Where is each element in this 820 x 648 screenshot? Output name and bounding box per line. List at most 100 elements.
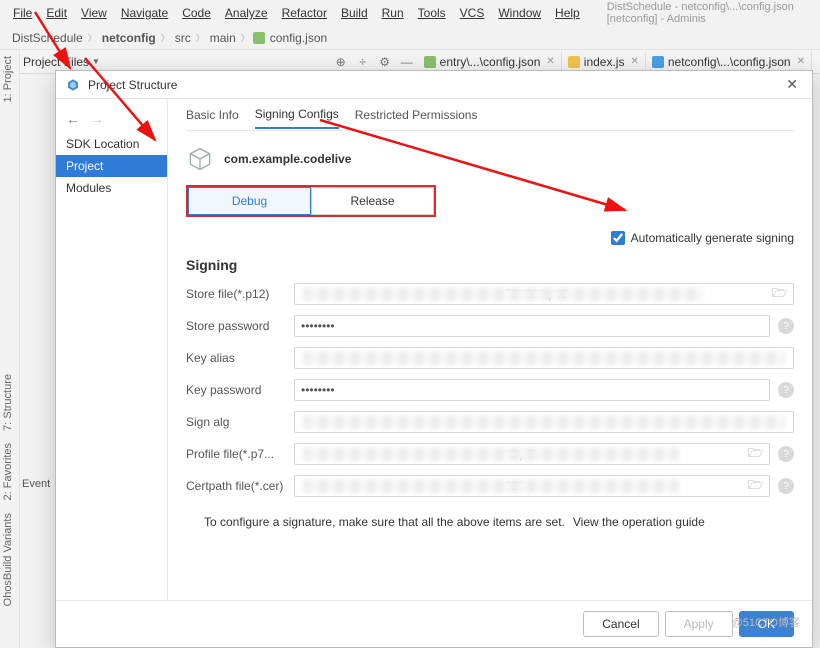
build-tab-debug[interactable]: Debug	[188, 187, 311, 215]
chevron-right-icon: 〉	[161, 31, 170, 44]
menu-build[interactable]: Build	[334, 4, 375, 22]
package-icon	[186, 145, 214, 173]
tab-signing-configs[interactable]: Signing Configs	[255, 101, 339, 129]
breadcrumb: DistSchedule〉 netconfig〉 src〉 main〉 conf…	[0, 26, 820, 50]
menu-view[interactable]: View	[74, 4, 114, 22]
profile-file-field[interactable]: 3.p7b🗁	[294, 443, 770, 465]
menu-help[interactable]: Help	[548, 4, 587, 22]
certpath-file-field[interactable]: 323.cer🗁	[294, 475, 770, 497]
store-password-label: Store password	[186, 319, 286, 333]
help-icon[interactable]: ?	[778, 382, 794, 398]
store-password-field[interactable]: ••••••••	[294, 315, 770, 337]
window-title: DistSchedule - netconfig\...\config.json…	[607, 1, 814, 25]
browse-folder-icon[interactable]: 🗁	[748, 444, 763, 465]
tab-basic-info[interactable]: Basic Info	[186, 102, 239, 128]
dialog-title: Project Structure	[88, 78, 177, 92]
menu-tools[interactable]: Tools	[411, 4, 453, 22]
key-password-field[interactable]: ••••••••	[294, 379, 770, 401]
file-tab-label: index.js	[584, 55, 625, 69]
json-file-icon	[253, 32, 265, 44]
menu-navigate[interactable]: Navigate	[114, 4, 175, 22]
auto-generate-signing-checkbox[interactable]	[611, 231, 625, 245]
menu-code[interactable]: Code	[175, 4, 218, 22]
breadcrumb-item[interactable]: src	[173, 31, 193, 45]
app-package-name: com.example.codelive	[224, 152, 351, 166]
key-password-label: Key password	[186, 383, 286, 397]
dialog-sidebar: ← → SDK Location Project Modules	[56, 99, 168, 600]
minimize-icon[interactable]: —	[398, 53, 416, 71]
breadcrumb-item[interactable]: main	[208, 31, 238, 45]
profile-file-label: Profile file(*.p7...	[186, 447, 286, 461]
sidebar-toggle-variants[interactable]: OhosBuild Variants	[0, 507, 16, 612]
nav-back-button[interactable]: ←	[66, 111, 80, 127]
auto-generate-signing-label: Automatically generate signing	[631, 231, 794, 245]
breadcrumb-item[interactable]: netconfig	[100, 31, 158, 45]
signing-section-title: Signing	[186, 257, 794, 273]
menu-run[interactable]: Run	[375, 4, 411, 22]
menu-window[interactable]: Window	[491, 4, 548, 22]
build-type-tabs: Debug Release	[186, 185, 436, 217]
json-file-icon	[424, 56, 436, 68]
store-file-label: Store file(*.p12)	[186, 287, 286, 301]
nav-forward-button[interactable]: →	[90, 111, 104, 127]
nav-sdk-location[interactable]: SDK Location	[56, 133, 167, 155]
breadcrumb-item[interactable]: DistSchedule	[10, 31, 85, 45]
browse-folder-icon[interactable]: 🗁	[772, 284, 787, 305]
project-dropdown-label: Project Files	[23, 55, 89, 69]
sidebar-toggle-structure[interactable]: 7: Structure	[0, 368, 16, 437]
store-file-field[interactable]: 781323.p12🗁	[294, 283, 794, 305]
project-dropdown[interactable]: 🗀 Project Files ▼	[8, 51, 100, 72]
nav-project[interactable]: Project	[56, 155, 167, 177]
close-tab-icon[interactable]: ✕	[546, 56, 554, 67]
menu-analyze[interactable]: Analyze	[218, 4, 275, 22]
left-gutter: 1: Project 7: Structure 2: Favorites Oho…	[0, 50, 20, 648]
chevron-right-icon: 〉	[196, 31, 205, 44]
menu-file[interactable]: File	[6, 4, 39, 22]
gear-icon[interactable]: ⚙	[376, 53, 394, 71]
browse-folder-icon[interactable]: 🗁	[748, 476, 763, 497]
breadcrumb-item[interactable]: config.json	[268, 31, 329, 45]
menubar: File Edit View Navigate Code Analyze Ref…	[0, 0, 820, 26]
file-tab-label: netconfig\...\config.json	[668, 55, 791, 69]
help-icon[interactable]: ?	[778, 478, 794, 494]
help-icon[interactable]: ?	[778, 318, 794, 334]
dialog-titlebar: Project Structure ✕	[56, 71, 812, 99]
apply-button[interactable]: Apply	[665, 611, 733, 637]
nav-modules[interactable]: Modules	[56, 177, 167, 199]
dialog-footer: Cancel Apply OK	[56, 600, 812, 647]
help-icon[interactable]: ?	[778, 446, 794, 462]
js-file-icon	[568, 56, 580, 68]
key-alias-label: Key alias	[186, 351, 286, 365]
close-tab-icon[interactable]: ✕	[797, 56, 805, 67]
sidebar-toggle-favorites[interactable]: 2: Favorites	[0, 437, 16, 506]
chevron-right-icon: 〉	[241, 31, 250, 44]
operation-guide-link[interactable]: View the operation guide	[573, 515, 705, 529]
store-password-value: ••••••••	[301, 319, 335, 333]
menu-refactor[interactable]: Refactor	[275, 4, 334, 22]
footer-hint: To configure a signature, make sure that…	[204, 515, 565, 529]
watermark: @51CTO博客	[732, 614, 800, 630]
key-password-value: ••••••••	[301, 383, 335, 397]
app-logo-icon	[66, 78, 80, 92]
json-file-icon	[652, 56, 664, 68]
chevron-right-icon: 〉	[88, 31, 97, 44]
collapse-icon[interactable]: ÷	[354, 53, 372, 71]
key-alias-field[interactable]	[294, 347, 794, 369]
sidebar-toggle-project[interactable]: 1: Project	[0, 50, 16, 108]
menu-vcs[interactable]: VCS	[453, 4, 492, 22]
certpath-file-label: Certpath file(*.cer)	[186, 479, 286, 493]
sign-alg-label: Sign alg	[186, 415, 286, 429]
sign-alg-field[interactable]	[294, 411, 794, 433]
project-structure-dialog: Project Structure ✕ ← → SDK Location Pro…	[55, 70, 813, 648]
close-dialog-button[interactable]: ✕	[782, 74, 802, 95]
menu-edit[interactable]: Edit	[39, 4, 74, 22]
build-tab-release[interactable]: Release	[311, 187, 434, 215]
detail-tabs: Basic Info Signing Configs Restricted Pe…	[186, 99, 794, 131]
cancel-button[interactable]: Cancel	[583, 611, 658, 637]
chevron-down-icon: ▼	[92, 57, 100, 66]
close-tab-icon[interactable]: ✕	[630, 56, 638, 67]
event-log-label[interactable]: Event	[22, 478, 50, 490]
file-tab-label: entry\...\config.json	[440, 55, 541, 69]
target-icon[interactable]: ⊕	[332, 53, 350, 71]
tab-restricted-permissions[interactable]: Restricted Permissions	[355, 102, 478, 128]
